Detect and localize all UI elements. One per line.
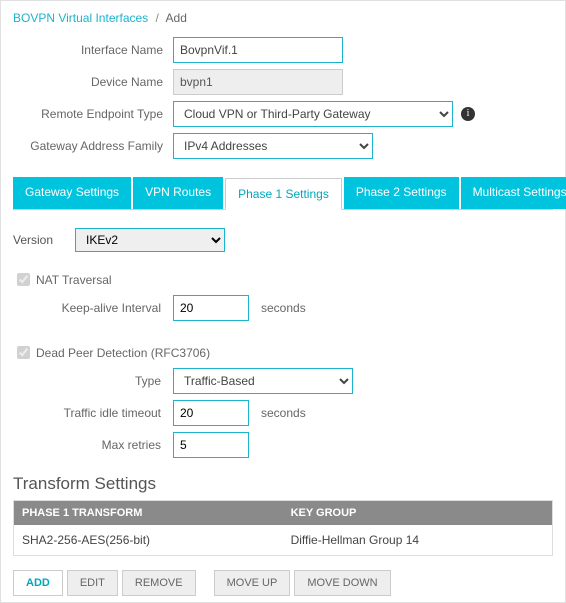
cell-transform: SHA2-256-AES(256-bit) <box>14 525 283 556</box>
tab-phase2-settings[interactable]: Phase 2 Settings <box>344 177 459 209</box>
dpd-checkbox <box>17 346 30 359</box>
dpd-type-label: Type <box>13 374 173 388</box>
transform-settings-title: Transform Settings <box>13 474 553 494</box>
nat-traversal-label: NAT Traversal <box>36 273 112 287</box>
move-down-button[interactable]: MOVE DOWN <box>294 570 390 596</box>
edit-button[interactable]: EDIT <box>67 570 118 596</box>
transform-table: PHASE 1 TRANSFORM KEY GROUP SHA2-256-AES… <box>13 500 553 556</box>
max-retries-input[interactable] <box>173 432 249 458</box>
gateway-family-label: Gateway Address Family <box>13 139 173 153</box>
breadcrumb-root[interactable]: BOVPN Virtual Interfaces <box>13 11 148 25</box>
breadcrumb-sep: / <box>156 11 159 25</box>
move-up-button[interactable]: MOVE UP <box>214 570 291 596</box>
info-icon[interactable]: i <box>461 107 475 121</box>
add-button[interactable]: ADD <box>13 570 63 596</box>
table-row[interactable]: SHA2-256-AES(256-bit) Diffie-Hellman Gro… <box>14 525 553 556</box>
tab-gateway-settings[interactable]: Gateway Settings <box>13 177 131 209</box>
device-name-label: Device Name <box>13 75 173 89</box>
idle-timeout-label: Traffic idle timeout <box>13 406 173 420</box>
tab-vpn-routes[interactable]: VPN Routes <box>133 177 223 209</box>
dpd-label: Dead Peer Detection (RFC3706) <box>36 346 210 360</box>
interface-name-label: Interface Name <box>13 43 173 57</box>
col-key-group: KEY GROUP <box>283 501 553 526</box>
device-name-input <box>173 69 343 95</box>
tab-bar: Gateway Settings VPN Routes Phase 1 Sett… <box>13 177 553 209</box>
keepalive-input[interactable] <box>173 295 249 321</box>
idle-timeout-unit: seconds <box>261 406 306 420</box>
keepalive-unit: seconds <box>261 301 306 315</box>
col-phase1-transform: PHASE 1 TRANSFORM <box>14 501 283 526</box>
max-retries-label: Max retries <box>13 438 173 452</box>
gateway-family-select[interactable]: IPv4 Addresses <box>173 133 373 159</box>
cell-keygroup: Diffie-Hellman Group 14 <box>283 525 553 556</box>
remote-endpoint-select[interactable]: Cloud VPN or Third-Party Gateway <box>173 101 453 127</box>
breadcrumb: BOVPN Virtual Interfaces / Add <box>13 11 553 25</box>
idle-timeout-input[interactable] <box>173 400 249 426</box>
version-select[interactable]: IKEv2 <box>75 228 225 252</box>
version-label: Version <box>13 233 75 247</box>
dpd-type-select[interactable]: Traffic-Based <box>173 368 353 394</box>
remove-button[interactable]: REMOVE <box>122 570 196 596</box>
tab-phase1-settings[interactable]: Phase 1 Settings <box>225 178 342 210</box>
tab-multicast-settings[interactable]: Multicast Settings <box>461 177 566 209</box>
keepalive-label: Keep-alive Interval <box>13 301 173 315</box>
interface-name-input[interactable] <box>173 37 343 63</box>
remote-endpoint-label: Remote Endpoint Type <box>13 107 173 121</box>
breadcrumb-current: Add <box>166 11 187 25</box>
nat-traversal-checkbox <box>17 273 30 286</box>
